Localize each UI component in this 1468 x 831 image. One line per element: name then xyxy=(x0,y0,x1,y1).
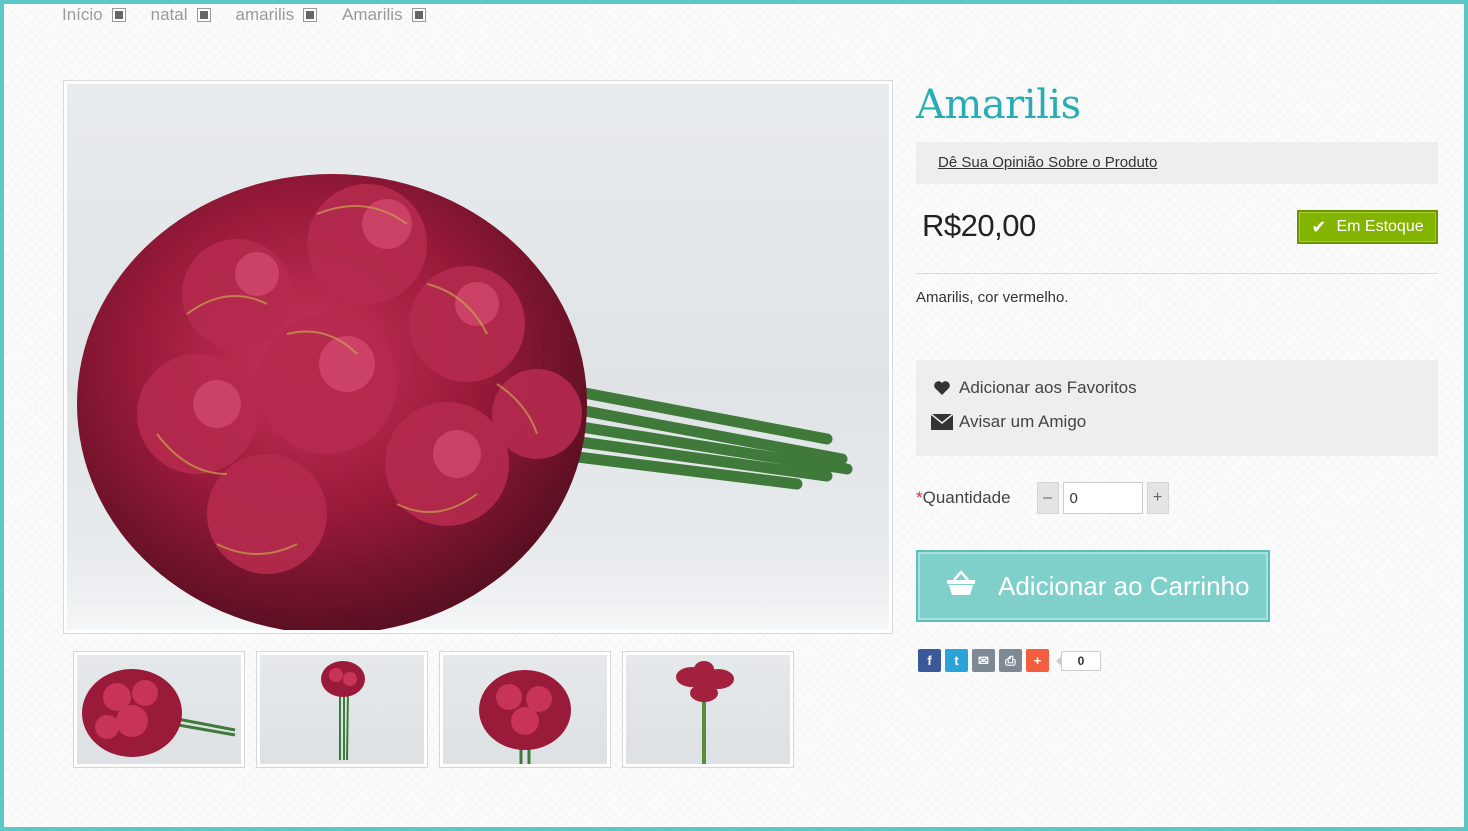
main-product-image[interactable] xyxy=(63,80,893,634)
tell-a-friend-link[interactable]: Avisar um Amigo xyxy=(931,412,1086,432)
quantity-label: Quantidade xyxy=(922,488,1011,507)
product-price: R$20,00 xyxy=(922,208,1036,243)
quantity-decrease-button[interactable]: – xyxy=(1036,482,1059,514)
divider xyxy=(916,273,1438,274)
tell-a-friend-label[interactable]: Avisar um Amigo xyxy=(959,412,1086,432)
product-description: Amarilis, cor vermelho. xyxy=(916,289,1069,306)
single-amaryllis-thumbnail xyxy=(676,661,734,764)
bouquet-front-thumbnail xyxy=(479,670,571,764)
page-frame: Início natal amarilis Amarilis Amarilis … xyxy=(4,4,1464,827)
amaryllis-bouquet-image xyxy=(67,174,889,630)
quantity-row: * Quantidade – + xyxy=(916,482,1169,514)
stock-status-badge: ✔ Em Estoque xyxy=(1297,210,1438,244)
product-actions-box: Adicionar aos Favoritos Avisar um Amigo xyxy=(916,360,1438,456)
facebook-icon[interactable]: f xyxy=(918,649,941,672)
write-review-link[interactable]: Dê Sua Opinião Sobre o Produto xyxy=(938,154,1157,171)
thumbnail-image xyxy=(626,655,790,764)
breadcrumb-label[interactable]: natal xyxy=(151,5,188,25)
breadcrumb-separator-icon xyxy=(111,8,126,22)
breadcrumb-item-inicio[interactable]: Início xyxy=(62,5,126,25)
thumbnail-image xyxy=(443,655,607,764)
thumbnail-strip xyxy=(73,651,794,768)
breadcrumb-label[interactable]: Amarilis xyxy=(342,5,402,25)
add-to-cart-button[interactable]: Adicionar ao Carrinho xyxy=(916,550,1270,622)
add-to-favorites-link[interactable]: Adicionar aos Favoritos xyxy=(931,378,1137,398)
bouquet-upright-thumbnail xyxy=(321,661,365,761)
product-title: Amarilis xyxy=(916,82,1081,128)
twitter-icon[interactable]: t xyxy=(945,649,968,672)
bouquet-side-thumbnail xyxy=(82,669,236,757)
email-icon[interactable]: ✉ xyxy=(972,649,995,672)
heart-icon xyxy=(931,379,953,397)
envelope-icon xyxy=(931,413,953,431)
addthis-icon[interactable]: + xyxy=(1026,649,1049,672)
quantity-input[interactable] xyxy=(1062,482,1143,514)
print-icon[interactable]: ⎙ xyxy=(999,649,1022,672)
quantity-increase-button[interactable]: + xyxy=(1146,482,1169,514)
thumbnail-1[interactable] xyxy=(73,651,245,768)
breadcrumb-separator-icon xyxy=(196,8,211,22)
add-to-favorites-label[interactable]: Adicionar aos Favoritos xyxy=(959,378,1137,398)
breadcrumb-separator-icon xyxy=(303,8,318,22)
stock-status-label: Em Estoque xyxy=(1336,218,1424,235)
add-to-cart-label[interactable]: Adicionar ao Carrinho xyxy=(998,571,1249,602)
required-mark: * xyxy=(916,488,923,507)
share-bar: f t ✉ ⎙ + 0 xyxy=(918,649,1101,672)
thumbnail-2[interactable] xyxy=(256,651,428,768)
breadcrumb-separator-icon xyxy=(411,8,426,22)
thumbnail-4[interactable] xyxy=(622,651,794,768)
breadcrumb-label[interactable]: amarilis xyxy=(236,5,295,25)
breadcrumb-item-current[interactable]: Amarilis xyxy=(342,5,426,25)
share-count: 0 xyxy=(1056,650,1101,671)
thumbnail-image xyxy=(260,655,424,764)
breadcrumb: Início natal amarilis Amarilis xyxy=(62,4,451,26)
thumbnail-3[interactable] xyxy=(439,651,611,768)
breadcrumb-item-natal[interactable]: natal xyxy=(151,5,211,25)
basket-icon xyxy=(946,569,976,603)
product-photo xyxy=(67,84,889,630)
checkmark-icon: ✔ xyxy=(1311,216,1327,237)
review-box: Dê Sua Opinião Sobre o Produto xyxy=(916,142,1438,184)
thumbnail-image xyxy=(77,655,241,764)
breadcrumb-item-amarilis[interactable]: amarilis xyxy=(236,5,318,25)
breadcrumb-label[interactable]: Início xyxy=(62,5,103,25)
